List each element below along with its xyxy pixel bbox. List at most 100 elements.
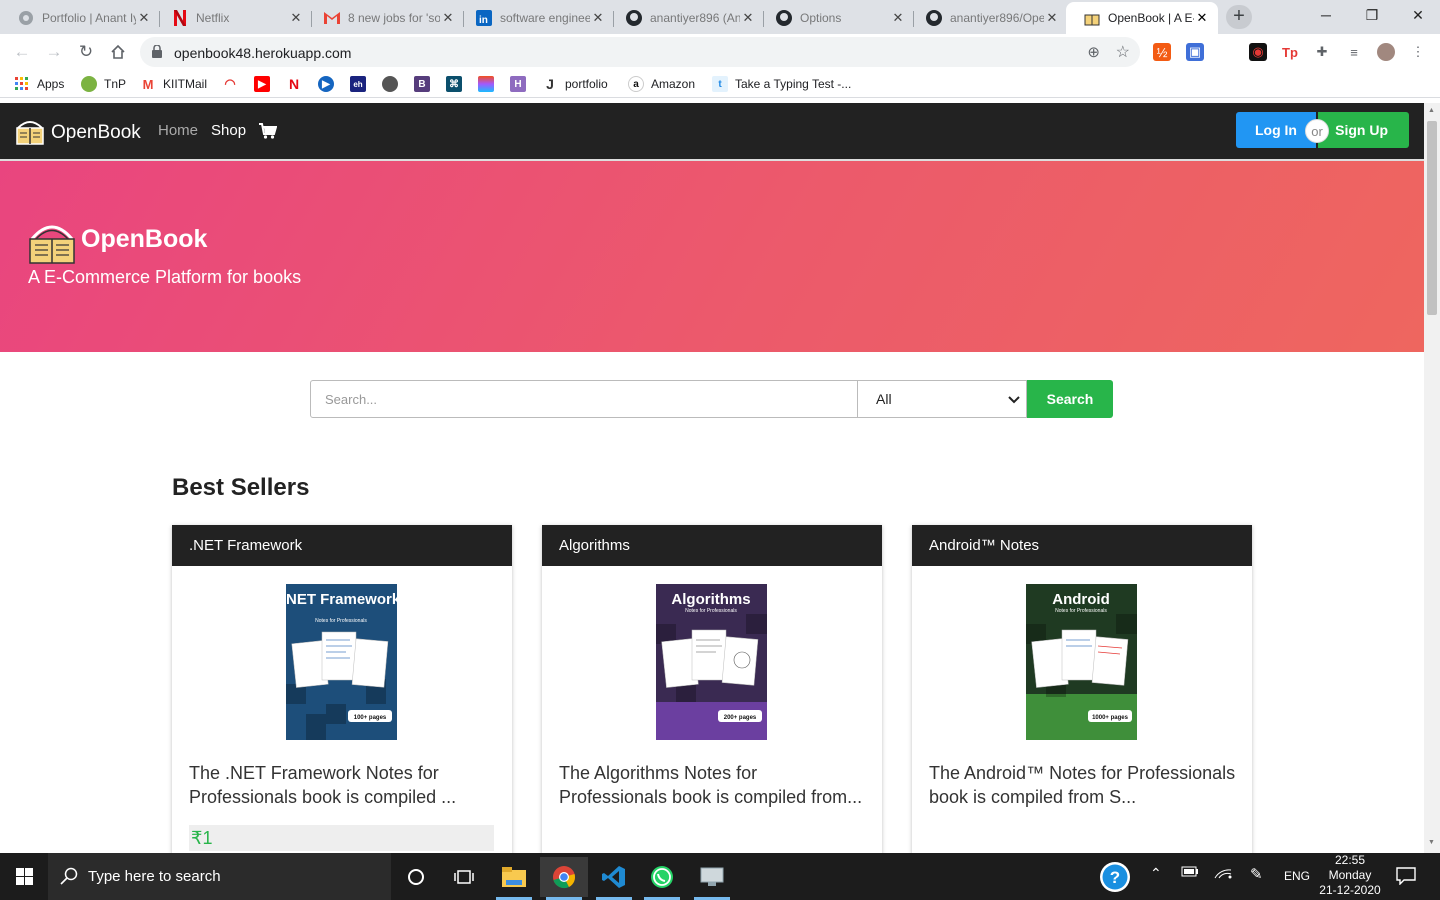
close-tab-icon[interactable]: ✕ [136, 10, 152, 26]
windows-start-icon[interactable] [0, 853, 48, 900]
menu-dots-icon[interactable]: ⋮ [1409, 43, 1427, 61]
help-icon[interactable]: ? [1099, 861, 1131, 898]
pages-badge: 1000+ pages [1092, 715, 1129, 721]
book-card-title[interactable]: Android™ Notes [912, 525, 1252, 566]
bookmark-grid[interactable]: ⌘ [446, 75, 469, 93]
clock[interactable]: 22:55 Monday 21-12-2020 [1316, 853, 1384, 900]
bookmark-eh[interactable]: eh [350, 75, 373, 93]
cortana-icon[interactable] [392, 857, 440, 897]
browser-tab[interactable]: Portfolio | Anant Iyer ✕ [0, 2, 160, 34]
taskbar-search-box[interactable]: Type here to search [48, 853, 391, 900]
bookmark-apps[interactable]: Apps [14, 75, 64, 93]
chrome-icon[interactable] [540, 857, 588, 900]
extension-icon[interactable]: ◉ [1249, 43, 1267, 61]
hero-title: OpenBook [81, 225, 208, 253]
category-select[interactable]: All [857, 380, 1027, 418]
forward-arrow-icon[interactable]: → [42, 40, 66, 64]
reload-icon[interactable]: ↻ [74, 40, 98, 64]
home-icon[interactable] [106, 40, 130, 64]
book-cover-image[interactable]: Algorithms Notes for Professionals 200+ … [656, 584, 767, 740]
bookmark-netflix[interactable]: N [286, 75, 309, 93]
book-card[interactable]: Algorithms Algorithms Notes for Professi… [542, 525, 882, 853]
close-tab-icon[interactable]: ✕ [1194, 10, 1210, 26]
scroll-down-arrow-icon[interactable]: ▼ [1428, 839, 1435, 846]
browser-tab-active[interactable]: OpenBook | A E-Commerce Platform ✕ [1066, 2, 1218, 34]
close-tab-icon[interactable]: ✕ [288, 10, 304, 26]
bookmark-youtube[interactable]: ▶ [254, 75, 277, 93]
browser-tab[interactable]: anantiyer896 (Anant Iyer) ✕ [608, 2, 764, 34]
extensions-puzzle-icon[interactable]: ✚ [1313, 43, 1331, 61]
browser-tab[interactable]: anantiyer896/OpenBook ✕ [908, 2, 1068, 34]
nav-home-link[interactable]: Home [158, 122, 198, 139]
close-tab-icon[interactable]: ✕ [590, 10, 606, 26]
pen-icon[interactable]: ✎ [1250, 865, 1263, 883]
browser-tab-strip: Portfolio | Anant Iyer ✕ Netflix ✕ 8 new… [0, 0, 1440, 34]
browser-tab-title: Netflix [196, 11, 230, 25]
bookmark-github[interactable] [382, 75, 405, 93]
new-tab-button[interactable]: + [1226, 5, 1252, 29]
search-input[interactable]: Search... [310, 380, 858, 418]
search-button[interactable]: Search [1027, 380, 1113, 418]
login-button[interactable]: Log In [1236, 112, 1316, 148]
close-tab-icon[interactable]: ✕ [440, 10, 456, 26]
close-tab-icon[interactable]: ✕ [890, 10, 906, 26]
battery-icon[interactable] [1181, 865, 1199, 880]
bookmark-portfolio[interactable]: J portfolio [542, 75, 608, 93]
extension-icon[interactable]: ½ [1153, 43, 1171, 61]
wifi-icon[interactable] [1214, 865, 1232, 882]
bookmark-kiitmail[interactable]: M KIITMail [140, 75, 207, 93]
bookmark-figma[interactable] [478, 75, 501, 93]
profile-avatar-icon[interactable] [1377, 43, 1395, 61]
bootstrap-icon: B [414, 76, 430, 92]
file-explorer-icon[interactable] [490, 857, 538, 900]
page-scrollbar[interactable]: ▲ ▼ [1424, 103, 1440, 853]
address-bar[interactable]: openbook48.herokuapp.com ⊕ ☆ [140, 37, 1140, 67]
book-card-title[interactable]: .NET Framework [172, 525, 512, 566]
signup-button[interactable]: Sign Up [1318, 112, 1409, 148]
book-cover-image[interactable]: .NET Framework Notes for Professionals 1… [282, 584, 401, 740]
netflix-icon [172, 10, 188, 26]
book-cover-image[interactable]: Android Notes for Professionals 1000+ pa… [1026, 584, 1137, 740]
clock-date: 21-12-2020 [1319, 883, 1381, 897]
notification-center-icon[interactable] [1396, 867, 1416, 890]
bookmark-label: TnP [104, 77, 127, 91]
close-window-icon[interactable]: ✕ [1395, 0, 1440, 30]
tray-chevron-up-icon[interactable]: ⌃ [1150, 865, 1162, 882]
back-arrow-icon[interactable]: ← [10, 40, 34, 64]
nav-shop-link[interactable]: Shop [211, 122, 246, 139]
whatsapp-icon[interactable] [638, 857, 686, 900]
browser-tab[interactable]: in software engineer jobs ✕ [458, 2, 614, 34]
typing-test-icon: t [712, 76, 728, 92]
cart-icon[interactable] [259, 123, 278, 144]
bookmark-amazon[interactable]: a Amazon [628, 75, 695, 93]
book-card-title[interactable]: Algorithms [542, 525, 882, 566]
bookmark-play[interactable]: ▶ [318, 75, 341, 93]
install-app-icon[interactable]: ⊕ [1087, 43, 1100, 61]
task-view-icon[interactable] [440, 857, 488, 897]
extension-icon[interactable]: ▣ [1186, 43, 1204, 61]
book-card[interactable]: .NET Framework .NET Framework Notes for … [172, 525, 512, 853]
bookmark-h[interactable]: H [510, 75, 533, 93]
close-tab-icon[interactable]: ✕ [740, 10, 756, 26]
browser-tab[interactable]: Netflix ✕ [154, 2, 312, 34]
reading-list-icon[interactable]: ≡ [1345, 43, 1363, 61]
bookmark-typing-test[interactable]: t Take a Typing Test -... [712, 75, 851, 93]
browser-tab[interactable]: 8 new jobs for 'software engineer' ✕ [306, 2, 464, 34]
bookmark-tnp[interactable]: TnP [81, 75, 126, 93]
browser-tab-title: anantiyer896 (Anant Iyer) [650, 11, 740, 25]
bookmark-bootstrap[interactable]: B [414, 75, 437, 93]
browser-tab[interactable]: Options ✕ [758, 2, 914, 34]
scrollbar-thumb[interactable] [1427, 121, 1437, 315]
remote-desktop-icon[interactable] [688, 857, 736, 900]
bookmark-star-icon[interactable]: ☆ [1116, 42, 1130, 62]
book-card[interactable]: Android™ Notes Android Notes for Profess… [912, 525, 1252, 853]
restore-icon[interactable]: ❐ [1349, 0, 1395, 30]
bookmark-speed[interactable]: ◠ [222, 75, 245, 93]
scroll-up-arrow-icon[interactable]: ▲ [1428, 107, 1435, 114]
close-tab-icon[interactable]: ✕ [1044, 10, 1060, 26]
language-indicator[interactable]: ENG [1284, 869, 1310, 883]
extension-icon[interactable]: Tp [1281, 43, 1299, 61]
brand-link[interactable]: OpenBook [14, 114, 141, 152]
minimize-icon[interactable]: ─ [1303, 0, 1349, 30]
vscode-icon[interactable] [590, 857, 638, 900]
